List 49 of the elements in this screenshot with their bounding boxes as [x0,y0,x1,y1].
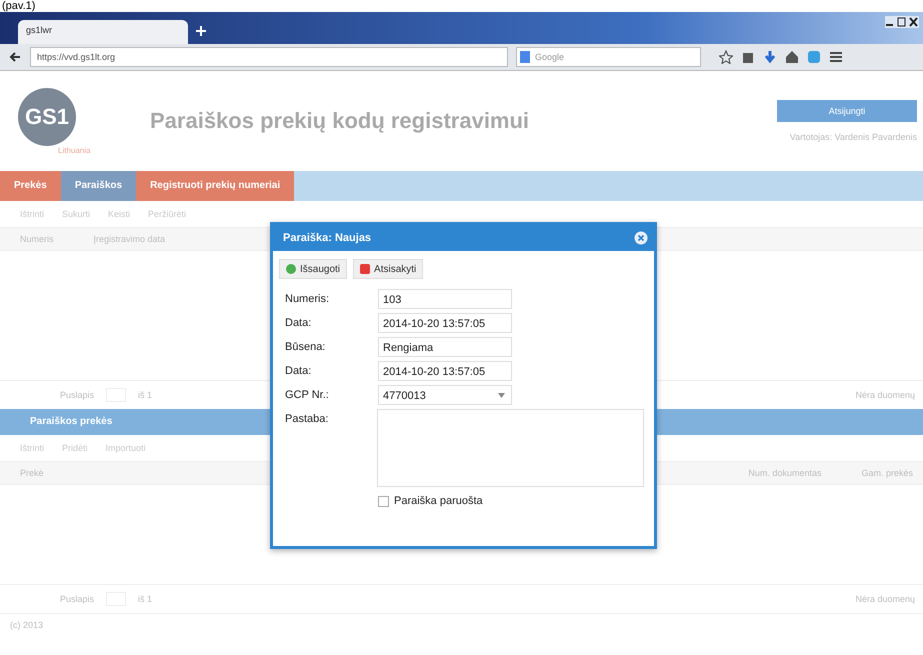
user-name: Vartotojas: Vardenis Pavardenis [790,132,917,142]
column-header[interactable]: Num. dokumentas [748,468,822,478]
field-label: GCP Nr.: [285,388,330,403]
app-title: Paraiškos prekių kodų registravimui [150,108,530,134]
field-label: Numeris: [285,292,330,307]
field-label: Data: [285,316,312,331]
window-controls-icon[interactable] [885,16,919,28]
nav-tab[interactable]: Paraiškos [60,171,136,201]
input-field[interactable]: Rengiama [378,337,512,357]
caption-text: (pav.1) [1,0,36,12]
textarea-field[interactable] [377,409,644,487]
input-field[interactable]: 2014-10-20 13:57:05 [378,361,512,381]
dialog-title: Paraiška: Naujas [283,232,372,244]
logo-subtitle: Lithuania [58,146,92,154]
page-count: iš 1 [138,594,152,604]
field-label: Pastaba: [285,412,330,427]
checkbox[interactable] [378,496,389,506]
pager-label: Puslapis [60,594,94,604]
save-button[interactable]: Išsaugoti [279,259,348,279]
home-icon[interactable] [785,50,799,64]
input-field[interactable]: 2014-10-20 13:57:05 [378,313,512,333]
pager-label: Puslapis [60,390,94,400]
back-arrow-icon[interactable] [8,50,22,64]
logout-button[interactable]: Atsijungti [777,100,917,122]
browser-tab[interactable]: gs1lwr [18,20,188,44]
nav-tab[interactable]: Prekės [0,171,61,201]
checkbox-label: Paraiška paruošta [394,495,483,507]
footer-text: (c) 2013 [0,613,923,636]
dropdown-field[interactable]: 4770013 [378,385,512,405]
empty-message: Nėra duomenų [855,594,915,604]
field-label: Data: [285,364,312,379]
download-arrow-icon[interactable] [763,50,777,64]
logo-circle: GS1 [18,88,76,146]
menu-icon[interactable] [829,50,843,64]
search-field[interactable]: Google [516,47,701,67]
column-header[interactable]: Įregistravimo data [94,234,166,244]
nav-tab[interactable]: Registruoti prekių numeriai [136,171,294,201]
close-icon[interactable] [634,231,648,245]
input-field[interactable]: 103 [378,289,512,309]
cancel-button[interactable]: Atsisakyti [353,259,424,279]
caret-icon [498,392,505,398]
column-header[interactable]: Numeris [20,234,54,244]
address-field[interactable]: https://vvd.gs1lt.org [30,47,508,67]
empty-message: Nėra duomenų [855,390,915,400]
column-header[interactable]: Gam. prekės [861,468,913,478]
field-label: Būsena: [285,340,326,355]
star-icon[interactable] [719,50,733,64]
page-count: iš 1 [138,390,152,400]
plus-icon[interactable] [196,26,206,36]
